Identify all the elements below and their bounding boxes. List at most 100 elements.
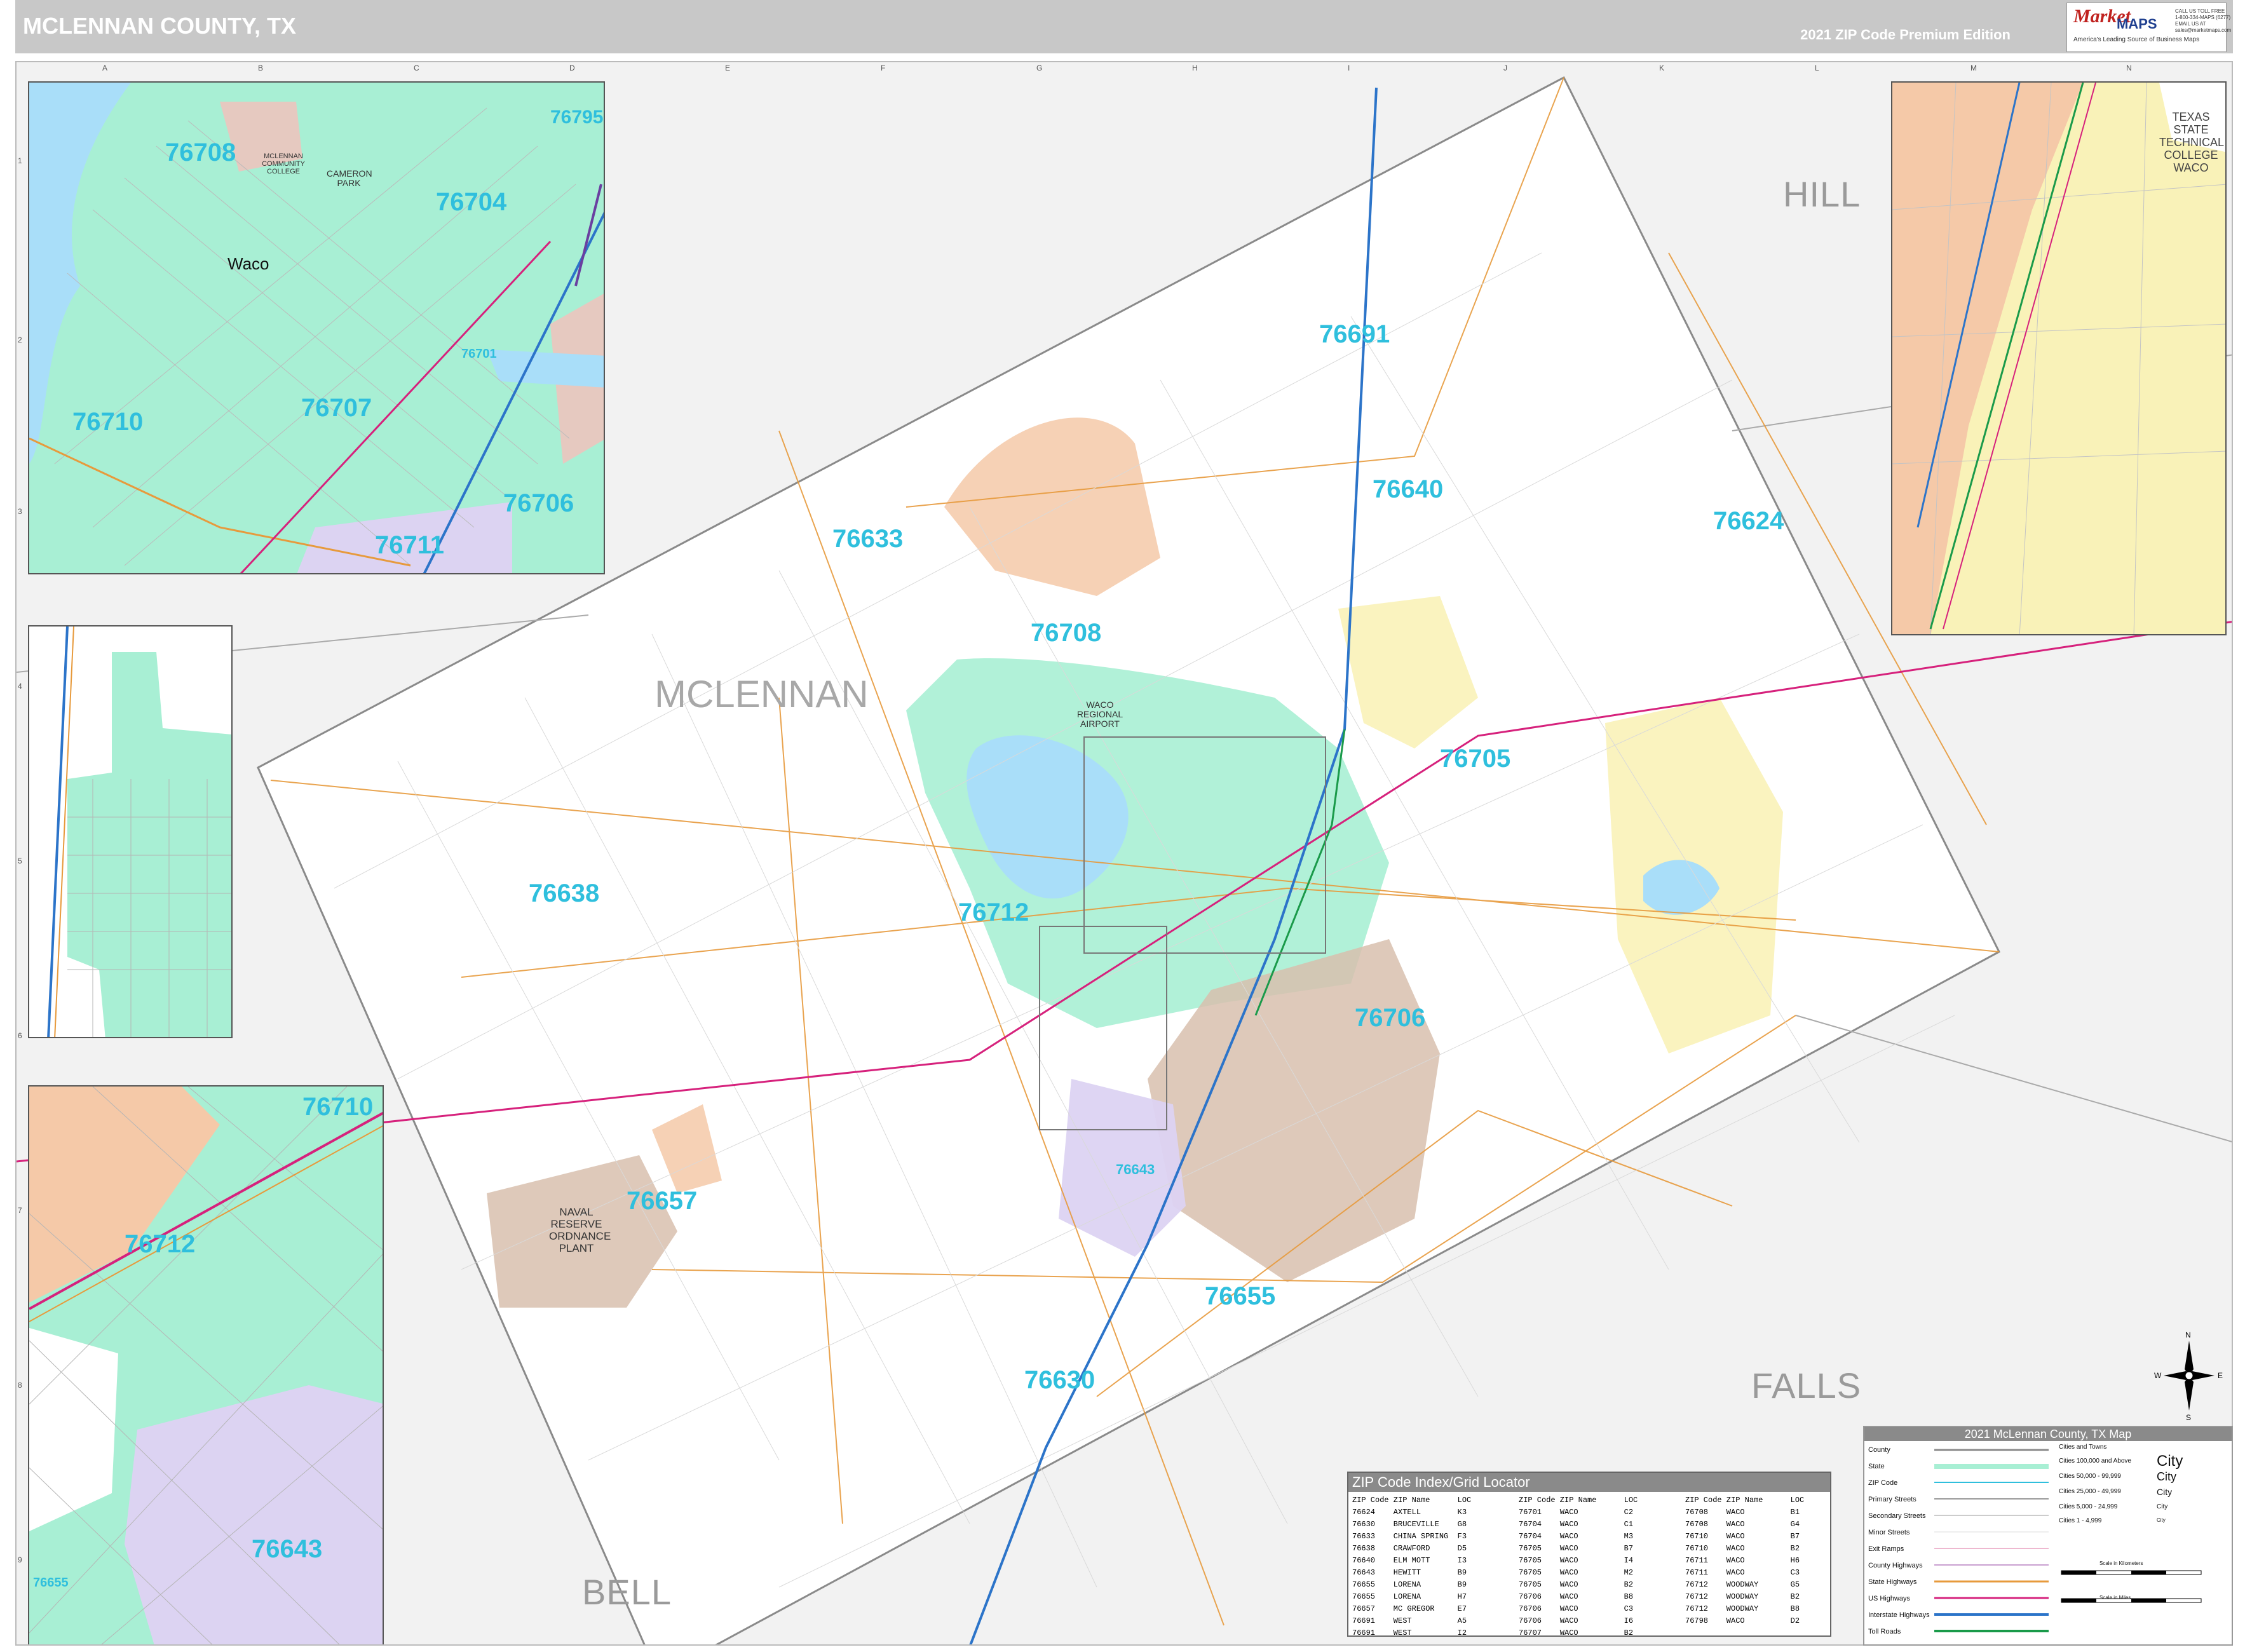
legend-size-3: Cities 25,000 - 49,999 [2059, 1488, 2121, 1495]
legend-size-1: Cities 100,000 and Above [2059, 1458, 2131, 1465]
grid-col-a: A [102, 64, 108, 72]
legend-city-1: City [2157, 1452, 2183, 1470]
grid-col-l: L [1815, 64, 1819, 72]
zip-label-76630[interactable]: 76630 [1024, 1366, 1095, 1395]
grid-col-f: F [881, 64, 886, 72]
map-title: MCLENNAN COUNTY, TX [23, 13, 296, 39]
inset-zip-76711: 76711 [375, 531, 445, 559]
zip-index-title: ZIP Code Index/Grid Locator [1348, 1473, 1830, 1492]
grid-row-7: 7 [18, 1206, 22, 1215]
inset-axtell[interactable]: TEXAS STATE TECHNICAL COLLEGE WACO [1891, 81, 2227, 635]
inset-zip-76655-b: 76655 [33, 1576, 69, 1590]
grid-col-m: M [1970, 64, 1977, 72]
inset-waco[interactable]: 76708 76704 76710 76707 76701 76706 7671… [28, 81, 605, 574]
zip-label-76712[interactable]: 76712 [958, 898, 1029, 927]
legend-scale-km: Scale in Kilometers [2099, 1561, 2143, 1566]
grid-row-3: 3 [18, 507, 22, 516]
grid-col-c: C [414, 64, 419, 72]
city-waco: Waco [227, 254, 269, 273]
header-bar: MCLENNAN COUNTY, TX 2021 ZIP Code Premiu… [15, 0, 2233, 53]
zip-code-index: ZIP Code Index/Grid Locator ZIP Code ZIP… [1347, 1472, 1831, 1637]
grid-row-5: 5 [18, 856, 22, 865]
grid-row-6: 6 [18, 1031, 22, 1040]
county-label-mclennan: MCLENNAN [655, 673, 869, 715]
grid-col-h: H [1192, 64, 1198, 72]
compass-rose: N S E W [2154, 1330, 2224, 1422]
legend-city-2: City [2157, 1470, 2176, 1483]
inset-woodway-hewitt[interactable]: 76710 76712 76643 76655 [28, 1085, 384, 1644]
zip-label-76638[interactable]: 76638 [529, 879, 599, 908]
scale-bars [2061, 1570, 2202, 1603]
grid-col-n: N [2126, 64, 2132, 72]
main-map[interactable]: A B C D E F G H I J K L M N 1 2 3 4 5 6 … [15, 61, 2233, 1646]
naval-reserve-label: NAVAL RESERVE ORDNANCE PLANT [549, 1206, 611, 1254]
zip-label-76633[interactable]: 76633 [832, 525, 903, 553]
county-label-bell: BELL [582, 1572, 672, 1612]
inset-west[interactable] [28, 625, 233, 1038]
inset-zip-76643-b: 76643 [252, 1535, 323, 1563]
mclennan-cc-label: MCLENNAN COMMUNITY COLLEGE [262, 152, 305, 175]
zip-label-76643[interactable]: 76643 [1116, 1161, 1155, 1178]
grid-col-e: E [725, 64, 731, 72]
zip-label-76640[interactable]: 76640 [1373, 475, 1443, 504]
inset-zip-76708: 76708 [165, 139, 236, 166]
brand-maps-text: MAPS [2117, 16, 2157, 32]
grid-row-8: 8 [18, 1381, 22, 1390]
legend-swatches [1934, 1449, 2049, 1632]
zip-label-76624[interactable]: 76624 [1713, 507, 1784, 536]
zip-index-col-3: ZIP Code ZIP Name LOC 76708 WACO B1 7670… [1685, 1496, 1805, 1625]
legend-size-4: Cities 5,000 - 24,999 [2059, 1503, 2118, 1510]
compass-w: W [2154, 1371, 2162, 1380]
legend-county: County [1868, 1446, 1890, 1454]
inset-zip-76707: 76707 [301, 394, 372, 422]
legend-zip: ZIP Code [1868, 1479, 1898, 1487]
grid-col-i: I [1348, 64, 1350, 72]
legend-city-4: City [2157, 1503, 2168, 1510]
grid-row-2: 2 [18, 335, 22, 344]
inset-west-canvas [29, 626, 231, 1037]
zip-label-76705[interactable]: 76705 [1440, 745, 1510, 773]
inset-zip-76795: 76795 [550, 107, 604, 128]
legend-interstate-highways: Interstate Highways [1868, 1611, 1930, 1619]
compass-n: N [2185, 1330, 2191, 1339]
market-maps-logo: Market MAPS America's Leading Source of … [2066, 3, 2231, 52]
legend-county-highways: County Highways [1868, 1562, 1923, 1569]
brand-contact: CALL US TOLL FREE 1-800-334-MAPS (6277) … [2175, 8, 2232, 33]
legend-state: State [1868, 1463, 1885, 1470]
grid-row-9: 9 [18, 1555, 22, 1564]
compass-e: E [2218, 1371, 2223, 1380]
legend-size-5: Cities 1 - 4,999 [2059, 1517, 2102, 1524]
compass-icon [2164, 1341, 2214, 1411]
zip-label-76691[interactable]: 76691 [1319, 320, 1390, 349]
brand-tagline: America's Leading Source of Business Map… [2073, 36, 2200, 43]
map-legend: 2021 McLennan County, TX Map County Stat… [1863, 1426, 2233, 1646]
inset-zip-76710-b: 76710 [302, 1093, 374, 1121]
texas-state-tech-label: TEXAS STATE TECHNICAL COLLEGE WACO [2159, 111, 2225, 174]
legend-size-2: Cities 50,000 - 99,999 [2059, 1473, 2121, 1480]
inset-zip-76704: 76704 [436, 188, 507, 216]
grid-col-g: G [1036, 64, 1043, 72]
compass-s: S [2186, 1413, 2192, 1422]
grid-col-k: K [1659, 64, 1665, 72]
legend-minor-streets: Minor Streets [1868, 1529, 1910, 1536]
inset-zip-76706: 76706 [503, 489, 574, 517]
inset-woodway-canvas [29, 1087, 383, 1644]
legend-city-5: City [2157, 1517, 2166, 1523]
legend-exit-ramps: Exit Ramps [1868, 1545, 1904, 1553]
legend-cities-header: Cities and Towns [2059, 1444, 2107, 1451]
inset-zip-76701: 76701 [461, 347, 497, 361]
cameron-park-label: CAMERON PARK [327, 168, 372, 188]
grid-col-j: J [1503, 64, 1507, 72]
zip-label-76708[interactable]: 76708 [1031, 619, 1101, 647]
zip-label-76657[interactable]: 76657 [627, 1187, 697, 1215]
zip-label-76655[interactable]: 76655 [1205, 1282, 1275, 1311]
legend-secondary-streets: Secondary Streets [1868, 1512, 1926, 1520]
zip-index-col-2: ZIP Code ZIP Name LOC 76701 WACO C2 7670… [1519, 1496, 1638, 1637]
zip-label-76706[interactable]: 76706 [1355, 1004, 1425, 1032]
county-label-falls: FALLS [1751, 1365, 1862, 1405]
inset-zip-76710: 76710 [72, 408, 144, 436]
grid-col-b: B [258, 64, 264, 72]
legend-state-highways: State Highways [1868, 1578, 1917, 1586]
legend-city-3: City [2157, 1487, 2173, 1497]
zip-index-col-1: ZIP Code ZIP Name LOC 76624 AXTELL K3 76… [1352, 1496, 1472, 1637]
